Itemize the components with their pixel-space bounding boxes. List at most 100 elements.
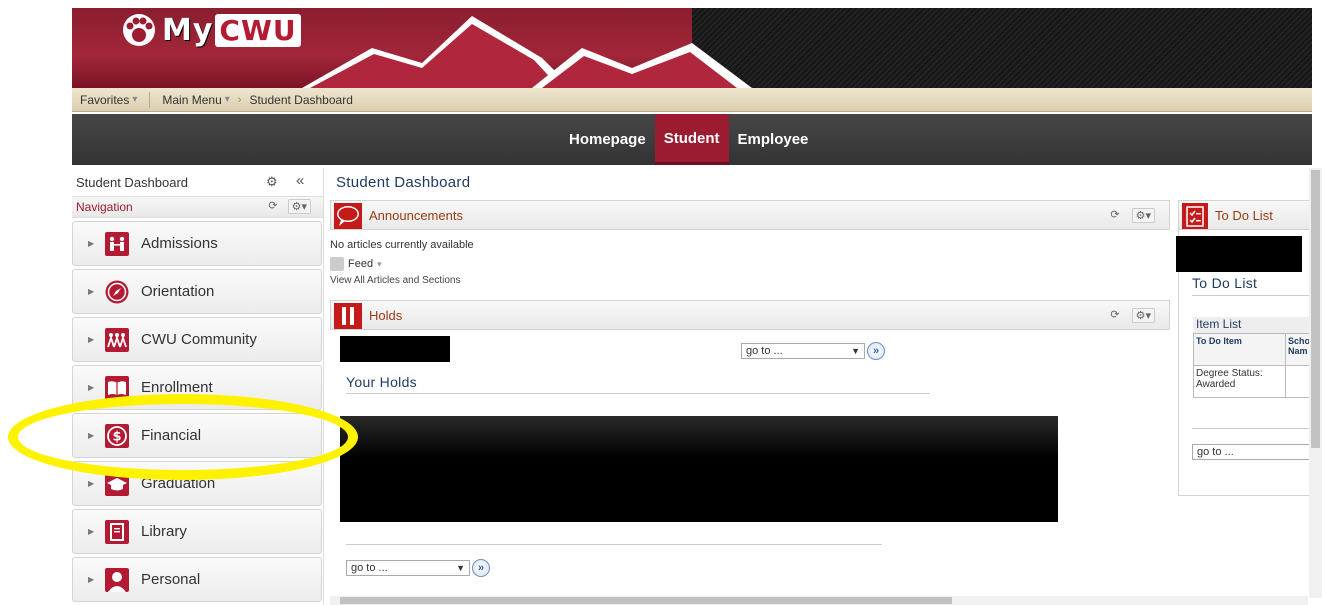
logo-my-text: My bbox=[162, 12, 214, 48]
main-menu[interactable]: Main Menu ▾ bbox=[162, 93, 229, 107]
sidebar: Student Dashboard ⚙ « Navigation ⟳ ⚙▾ ▶ … bbox=[72, 168, 324, 605]
navigation-label: Navigation bbox=[76, 200, 133, 214]
expand-triangle-icon: ▶ bbox=[88, 287, 95, 296]
collapse-icon[interactable]: « bbox=[296, 172, 304, 189]
your-holds-heading: Your Holds bbox=[346, 374, 417, 390]
table-header-row: To Do Item Scho Nam bbox=[1193, 333, 1314, 366]
sidebar-item-label: CWU Community bbox=[141, 331, 257, 348]
dropdown-arrow-icon: ▼ bbox=[851, 346, 860, 356]
redacted-block bbox=[340, 416, 1058, 522]
scrollbar-thumb[interactable] bbox=[340, 597, 952, 604]
chevron-down-icon: ▾ bbox=[377, 258, 382, 269]
options-icon[interactable]: ⚙▾ bbox=[287, 199, 311, 214]
highlight-annotation bbox=[8, 394, 358, 480]
mycwu-logo[interactable]: My CWU bbox=[112, 12, 309, 48]
tab-employee[interactable]: Employee bbox=[729, 114, 818, 165]
divider bbox=[346, 393, 930, 394]
horizontal-scrollbar[interactable] bbox=[330, 596, 1308, 605]
refresh-icon[interactable]: ⟳ bbox=[268, 199, 277, 214]
sidebar-item-orientation[interactable]: ▶ Orientation bbox=[72, 269, 322, 314]
todo-header: To Do List bbox=[1178, 200, 1312, 230]
top-navbar: Homepage Student Employee bbox=[72, 114, 1312, 165]
column-header[interactable]: To Do Item bbox=[1193, 333, 1286, 366]
divider bbox=[346, 544, 882, 545]
sidebar-item-cwu-community[interactable]: ▶ CWU Community bbox=[72, 317, 322, 362]
announcements-body: No articles currently available Feed ▾ V… bbox=[330, 233, 1170, 293]
goto-label: go to ... bbox=[746, 345, 783, 357]
refresh-icon[interactable]: ⟳ bbox=[1110, 208, 1119, 223]
rss-feed-icon bbox=[330, 257, 344, 271]
redacted-block bbox=[1176, 236, 1302, 272]
sidebar-item-admissions[interactable]: ▶ Admissions bbox=[72, 221, 322, 266]
holds-title[interactable]: Holds bbox=[369, 308, 402, 323]
expand-triangle-icon: ▶ bbox=[88, 335, 95, 344]
sidebar-item-label: Admissions bbox=[141, 235, 218, 252]
refresh-icon[interactable]: ⟳ bbox=[1110, 308, 1119, 323]
library-icon bbox=[105, 519, 129, 544]
sidebar-item-label: Personal bbox=[141, 571, 201, 588]
expand-triangle-icon: ▶ bbox=[88, 239, 95, 248]
announcements-title[interactable]: Announcements bbox=[369, 208, 463, 223]
todo-goto-select[interactable]: go to ... bbox=[1192, 444, 1310, 460]
table-row: Degree Status: Awarded bbox=[1193, 365, 1314, 398]
options-icon[interactable]: ⚙▾ bbox=[1131, 208, 1155, 223]
expand-triangle-icon: ▶ bbox=[88, 383, 95, 392]
go-button[interactable]: » bbox=[472, 559, 490, 577]
sidebar-title: Student Dashboard bbox=[76, 174, 189, 190]
sidebar-header: Student Dashboard ⚙ « bbox=[72, 168, 323, 196]
chevron-down-icon: ▾ bbox=[224, 94, 230, 105]
admissions-icon bbox=[105, 231, 129, 256]
breadcrumb-current[interactable]: Student Dashboard bbox=[249, 93, 352, 107]
compass-icon bbox=[105, 280, 129, 303]
announcements-header: Announcements ⟳ ⚙▾ bbox=[330, 200, 1170, 230]
vertical-scrollbar[interactable] bbox=[1309, 168, 1322, 598]
feed-control[interactable]: Feed ▾ bbox=[330, 257, 1170, 271]
banner: My CWU bbox=[72, 8, 1312, 88]
chevron-right-icon: › bbox=[237, 93, 242, 106]
dropdown-arrow-icon: ▼ bbox=[456, 563, 465, 573]
expand-triangle-icon: ▶ bbox=[88, 479, 95, 488]
sidebar-item-personal[interactable]: ▶ Personal bbox=[72, 557, 322, 602]
logo-cwu-text: CWU bbox=[215, 13, 301, 47]
goto-label: go to ... bbox=[351, 562, 388, 574]
empty-articles-text: No articles currently available bbox=[330, 239, 474, 251]
todo-table: To Do Item Scho Nam Degree Status: Award… bbox=[1193, 333, 1314, 398]
pause-icon bbox=[334, 303, 362, 329]
chevron-down-icon: ▾ bbox=[132, 94, 138, 105]
sidebar-item-label: Library bbox=[141, 523, 187, 540]
todo-header-title[interactable]: To Do List bbox=[1215, 208, 1273, 223]
navigation-section-header: Navigation ⟳ ⚙▾ bbox=[72, 196, 323, 218]
paw-icon bbox=[123, 14, 155, 46]
checklist-icon bbox=[1182, 203, 1208, 229]
speech-bubble-icon bbox=[334, 203, 362, 229]
expand-triangle-icon: ▶ bbox=[88, 575, 95, 584]
feed-label: Feed bbox=[348, 258, 374, 270]
view-all-articles-link[interactable]: View All Articles and Sections bbox=[330, 275, 1170, 286]
table-cell: Degree Status: Awarded bbox=[1193, 365, 1286, 398]
goto-label: go to ... bbox=[1197, 446, 1234, 458]
gear-icon[interactable]: ⚙ bbox=[266, 174, 278, 190]
scrollbar-thumb[interactable] bbox=[1311, 170, 1320, 448]
divider bbox=[1192, 428, 1310, 429]
go-button[interactable]: » bbox=[867, 342, 885, 360]
community-icon bbox=[105, 327, 129, 352]
redacted-block bbox=[340, 336, 450, 362]
holds-goto-select[interactable]: go to ... ▼ bbox=[741, 343, 865, 359]
favorites-label: Favorites bbox=[80, 92, 130, 107]
sidebar-item-label: Orientation bbox=[141, 283, 215, 300]
person-icon bbox=[105, 567, 129, 592]
divider bbox=[1192, 295, 1310, 296]
holds-header: Holds ⟳ ⚙▾ bbox=[330, 300, 1170, 330]
expand-triangle-icon: ▶ bbox=[88, 527, 95, 536]
breadcrumb: Favorites ▾ Main Menu ▾ › Student Dashbo… bbox=[72, 88, 1312, 112]
options-icon[interactable]: ⚙▾ bbox=[1131, 308, 1155, 323]
favorites-menu[interactable]: Favorites ▾ bbox=[80, 93, 137, 107]
page-title: Student Dashboard bbox=[336, 174, 471, 191]
tab-student[interactable]: Student bbox=[654, 114, 729, 165]
sidebar-item-library[interactable]: ▶ Library bbox=[72, 509, 322, 554]
divider bbox=[149, 91, 151, 108]
item-list-heading: Item List bbox=[1193, 317, 1313, 333]
tab-homepage[interactable]: Homepage bbox=[560, 114, 655, 165]
todo-title: To Do List bbox=[1192, 275, 1258, 291]
holds-goto-select-bottom[interactable]: go to ... ▼ bbox=[346, 560, 470, 576]
